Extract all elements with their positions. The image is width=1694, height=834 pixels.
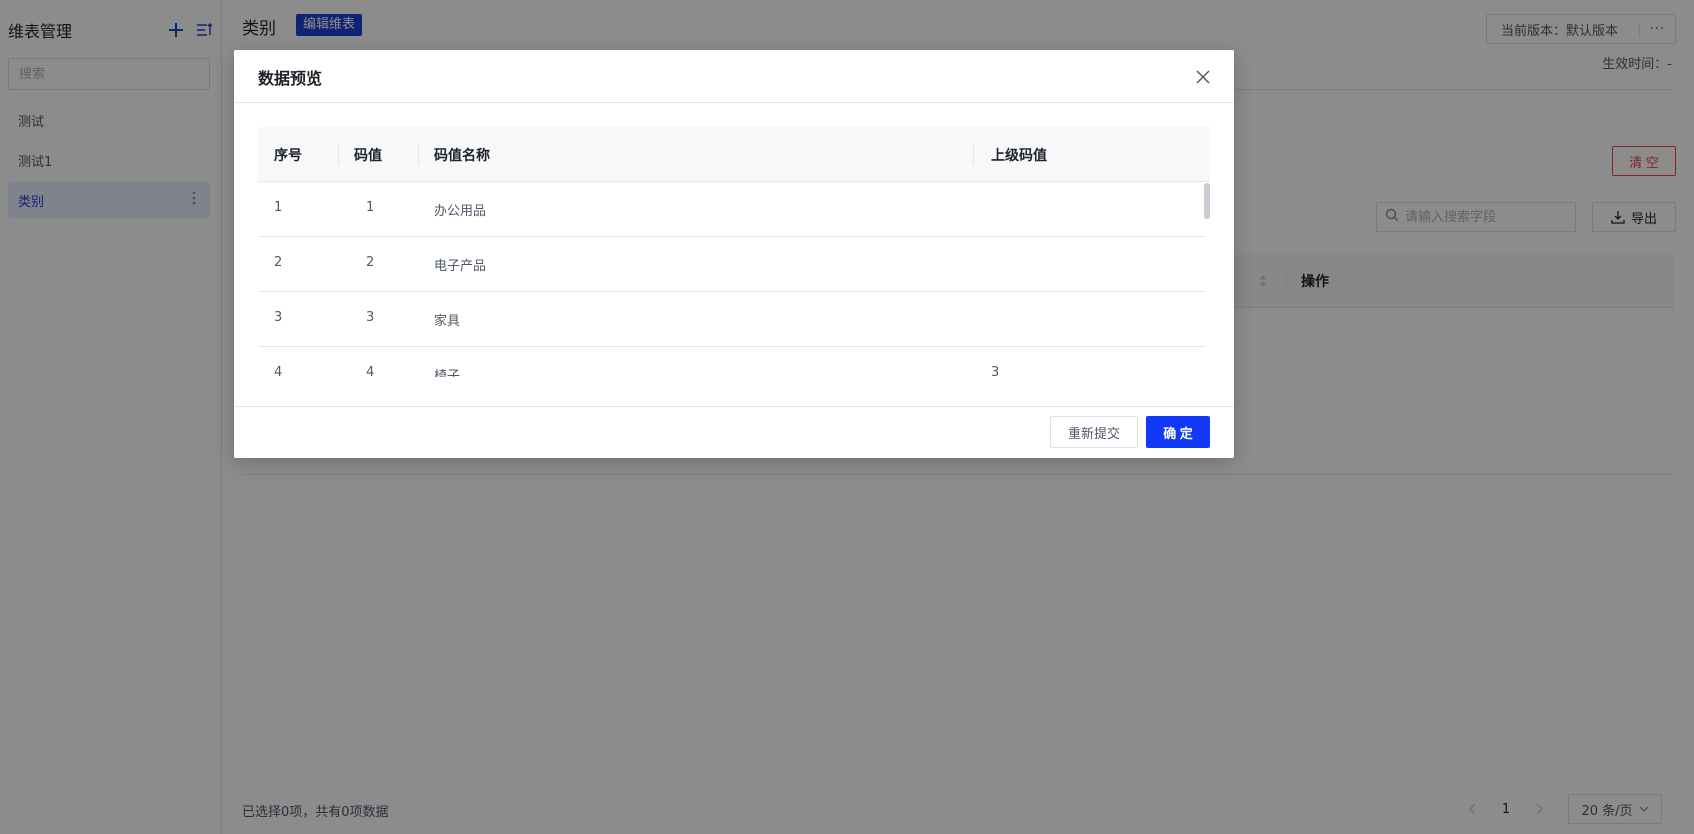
- cell-parent-code: 3: [991, 365, 1000, 377]
- preview-table: 序号 码值 码值名称 上级码值 1 1 办公用品 2 2 电子产品 3 3 家具: [258, 127, 1210, 377]
- data-preview-modal: 数据预览 序号 码值 码值名称 上级码值 1 1 办公用品 2 2 电子产品 3…: [234, 50, 1234, 458]
- cell-index: 3: [274, 310, 283, 325]
- column-separator: [418, 143, 419, 165]
- preview-table-header: 序号 码值 码值名称 上级码值: [258, 127, 1210, 182]
- table-row[interactable]: 1 1 办公用品: [258, 182, 1206, 237]
- close-icon[interactable]: [1192, 66, 1214, 88]
- column-header-code-name: 码值名称: [434, 148, 490, 164]
- cell-index: 4: [274, 365, 283, 377]
- cell-code: 2: [366, 255, 375, 270]
- cell-code-name: 办公用品: [434, 204, 487, 219]
- resubmit-button[interactable]: 重新提交: [1050, 416, 1138, 448]
- cell-code-name: 电子产品: [434, 259, 487, 274]
- modal-title: 数据预览: [258, 69, 323, 88]
- table-row[interactable]: 3 3 家具: [258, 292, 1206, 347]
- column-separator: [338, 143, 339, 165]
- cell-index: 1: [274, 200, 283, 215]
- scrollbar-thumb[interactable]: [1204, 183, 1210, 219]
- table-row[interactable]: 2 2 电子产品: [258, 237, 1206, 292]
- column-separator: [973, 143, 974, 165]
- column-header-code: 码值: [354, 148, 382, 164]
- column-header-index: 序号: [274, 148, 302, 164]
- modal-footer: 重新提交 确 定: [234, 406, 1234, 458]
- table-row[interactable]: 4 4 椅子 3: [258, 347, 1206, 377]
- cell-code: 1: [366, 200, 375, 215]
- cell-code-name: 椅子: [434, 369, 461, 377]
- confirm-button[interactable]: 确 定: [1146, 416, 1210, 448]
- column-header-parent-code: 上级码值: [991, 148, 1047, 164]
- cell-index: 2: [274, 255, 283, 270]
- cell-code-name: 家具: [434, 314, 461, 329]
- cell-code: 4: [366, 365, 375, 377]
- cell-code: 3: [366, 310, 375, 325]
- modal-header: 数据预览: [234, 50, 1234, 103]
